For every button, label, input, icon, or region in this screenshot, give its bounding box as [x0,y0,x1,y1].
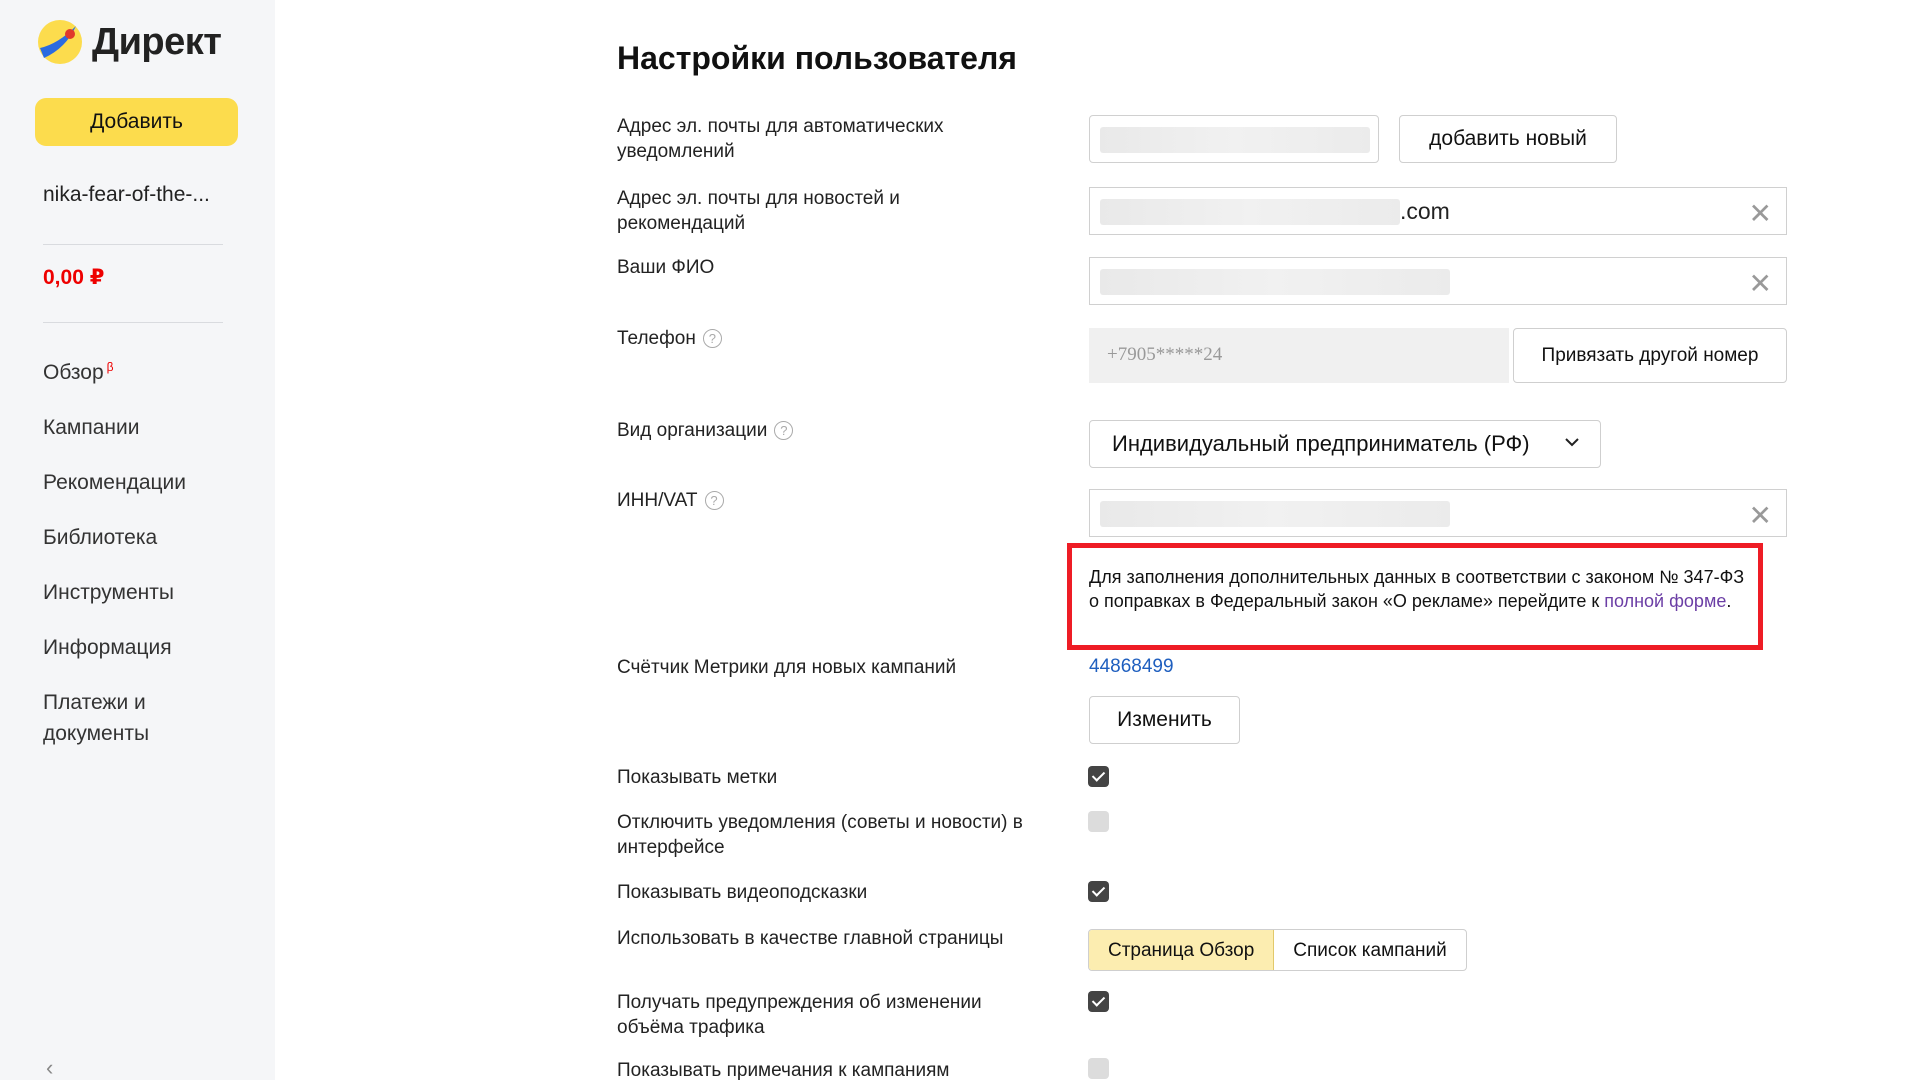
org-type-value: Индивидуальный предприниматель (РФ) [1112,431,1530,456]
inn-label-text: ИНН/VAT [617,490,698,511]
metrika-counter-link[interactable]: 44868499 [1089,656,1174,678]
disable-notif-checkbox[interactable] [1088,811,1109,832]
show-tags-label: Показывать метки [617,767,778,788]
add-email-button[interactable]: добавить новый [1399,115,1617,163]
sidebar-divider [43,322,223,323]
beta-badge: β [106,360,114,374]
sidebar-item-campaigns[interactable]: Кампании [43,412,193,443]
org-type-select[interactable]: Индивидуальный предприниматель (РФ) [1089,420,1601,468]
org-label-text: Вид организации [617,420,768,441]
sidebar-item-recommendations[interactable]: Рекомендации [43,467,193,498]
main-page-switch: Страница Обзор Список кампаний [1088,929,1467,971]
rebind-phone-button[interactable]: Привязать другой номер [1513,328,1787,383]
phone-label-text: Телефон [617,328,696,349]
sidebar: Директ Добавить nika-fear-of-the-... 0,0… [0,0,275,1080]
show-video-label: Показывать видеоподсказки [617,882,868,903]
email-news-suffix: .com [1400,198,1450,224]
chevron-down-icon [1564,429,1580,463]
clear-icon[interactable]: ✕ [1749,499,1772,532]
email-news-label: Адрес эл. почты для новостей и рекоменда… [617,188,900,234]
collapse-sidebar-icon[interactable]: ‹ [46,1055,53,1080]
sidebar-item-library[interactable]: Библиотека [43,522,193,553]
traffic-warn-checkbox[interactable] [1088,991,1109,1012]
account-name[interactable]: nika-fear-of-the-... [43,183,210,207]
help-icon[interactable]: ? [704,491,724,510]
change-metrika-button[interactable]: Изменить [1089,696,1240,744]
redacted-value [1100,269,1450,295]
full-form-link[interactable]: полной форме [1604,591,1726,611]
show-video-checkbox[interactable] [1088,881,1109,902]
phone-field: +7905*****24 [1089,328,1509,383]
sidebar-item-overview[interactable]: Обзор β [43,352,193,388]
page-title: Настройки пользователя [617,40,1017,76]
sidebar-nav: Обзор β Кампании Рекомендации Библиотека … [43,352,193,749]
disable-notif-label: Отключить уведомления (советы и новости)… [617,812,1023,858]
clear-icon[interactable]: ✕ [1749,197,1772,230]
show-notes-checkbox[interactable] [1088,1058,1109,1079]
inn-input[interactable]: ✕ [1089,489,1787,537]
fio-label: Ваши ФИО [617,257,715,278]
sidebar-item-information[interactable]: Информация [43,632,193,663]
clear-icon[interactable]: ✕ [1749,267,1772,300]
inn-label: ИНН/VAT? [617,488,1037,513]
yandex-direct-logo-icon [36,18,84,66]
add-button[interactable]: Добавить [35,98,238,146]
metrika-label: Счётчик Метрики для новых кампаний [617,657,957,678]
email-auto-select[interactable] [1089,115,1379,163]
email-news-input[interactable]: .com ✕ [1089,187,1787,235]
traffic-warn-label: Получать предупреждения об изменении объ… [617,992,982,1038]
sidebar-item-label: Обзор [43,361,104,384]
sidebar-item-payments[interactable]: Платежи и документы [43,687,193,749]
option-campaign-list[interactable]: Список кампаний [1274,930,1465,970]
phone-value: +7905*****24 [1107,344,1223,365]
help-icon[interactable]: ? [774,421,794,440]
redacted-value [1100,501,1450,527]
sidebar-divider [43,244,223,245]
sidebar-item-tools[interactable]: Инструменты [43,577,193,608]
show-notes-label: Показывать примечания к кампаниям [617,1060,950,1080]
help-icon[interactable]: ? [702,329,722,348]
org-label: Вид организации? [617,418,1037,443]
redacted-value [1100,127,1370,153]
notice-end: . [1726,591,1732,611]
email-auto-label: Адрес эл. почты для автоматических уведо… [617,116,944,162]
logo[interactable]: Директ [36,18,222,66]
option-overview-page[interactable]: Страница Обзор [1089,930,1275,970]
logo-text: Директ [92,20,222,63]
balance[interactable]: 0,00 ₽ [43,265,104,290]
fio-input[interactable]: ✕ [1089,257,1787,305]
main-page-label: Использовать в качестве главной страницы [617,928,1004,949]
phone-label: Телефон? [617,326,1037,351]
redacted-value [1100,199,1400,225]
show-tags-checkbox[interactable] [1088,766,1109,787]
law-notice: Для заполнения дополнительных данных в с… [1067,543,1763,650]
